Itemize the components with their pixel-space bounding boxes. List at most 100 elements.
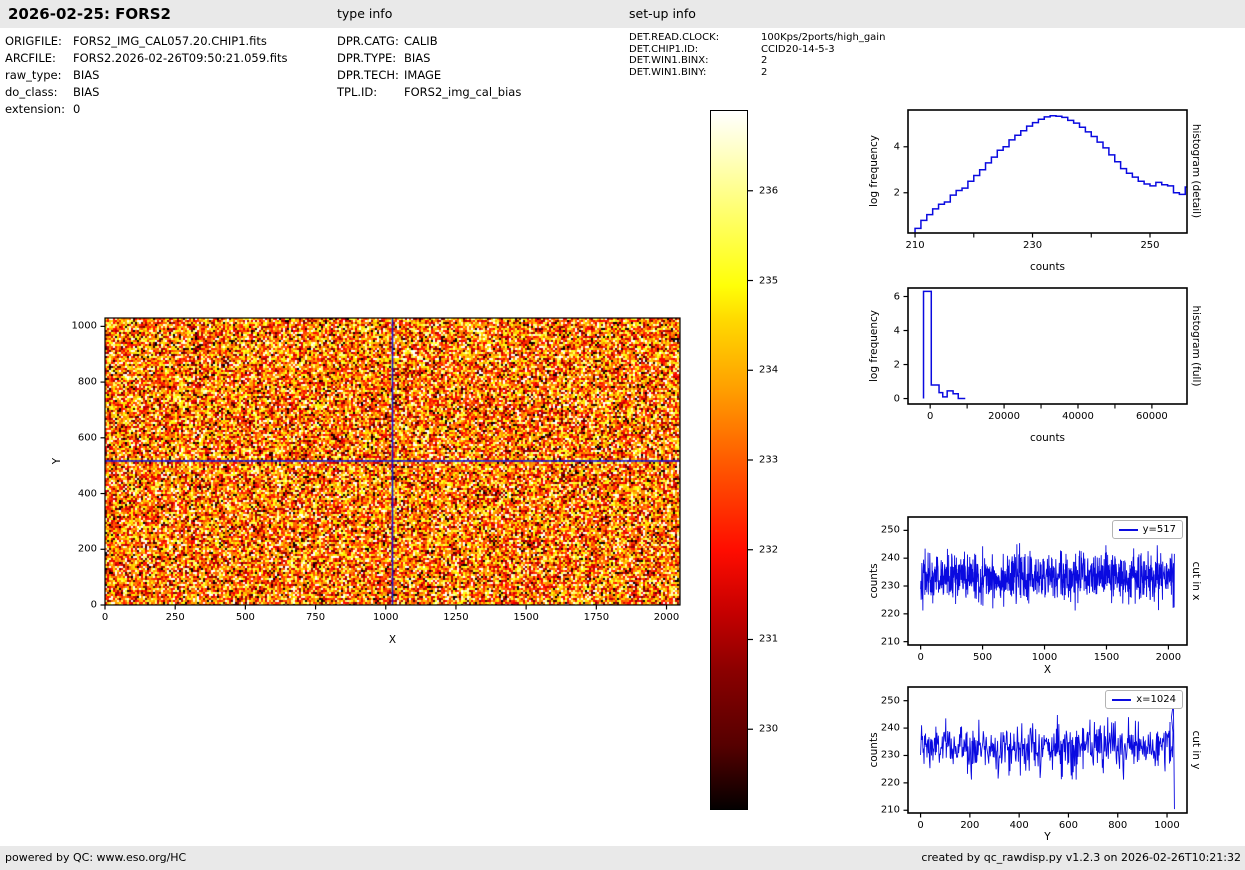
- hist-detail-ylabel: log frequency: [868, 134, 880, 208]
- field-value: CALIB: [404, 34, 438, 48]
- field-value: 0: [73, 102, 81, 116]
- raw-bias-image: [105, 318, 680, 605]
- tick-label: 0: [90, 599, 97, 611]
- tick-label: 232: [759, 544, 779, 556]
- type-info-row: TPL.ID: FORS2_img_cal_bias: [337, 84, 521, 101]
- cut-y-xlabel: Y: [1044, 831, 1051, 843]
- field-value: 100Kps/2ports/high_gain: [761, 32, 886, 43]
- field-value: FORS2.2026-02-26T09:50:21.059.fits: [73, 51, 288, 65]
- tick-label: 750: [306, 612, 326, 623]
- tick-label: 0: [926, 411, 934, 422]
- tick-label: 0: [893, 393, 900, 405]
- tick-label: 0: [101, 612, 109, 623]
- cut-y-legend: x=1024: [1105, 690, 1183, 709]
- tick-label: 210: [905, 240, 925, 251]
- tick-label: 600: [1058, 820, 1078, 831]
- footer-credit-left: powered by QC: www.eso.org/HC: [5, 851, 187, 864]
- tick-label: 4: [893, 141, 900, 153]
- cut-x-xlabel: X: [1043, 664, 1052, 676]
- field-label: DPR.TYPE:: [337, 51, 397, 65]
- tick-label: 400: [1009, 820, 1029, 831]
- tick-label: 236: [759, 185, 779, 197]
- tick-label: 2000: [1155, 652, 1182, 663]
- section-setup-info: set-up info: [629, 6, 696, 21]
- file-info-row: extension: 0: [5, 101, 287, 118]
- tick-label: 240: [880, 722, 900, 734]
- tick-label: 2000: [653, 612, 680, 623]
- type-info-row: DPR.TECH: IMAGE: [337, 67, 521, 84]
- field-value: 2: [761, 66, 768, 78]
- header-bar: [0, 0, 1245, 28]
- field-label: do_class:: [5, 85, 58, 99]
- file-info-block: ORIGFILE: FORS2_IMG_CAL057.20.CHIP1.fits …: [5, 33, 287, 118]
- tick-label: 250: [880, 695, 900, 707]
- tick-label: 0: [917, 652, 924, 663]
- hist-full-xlabel: counts: [1029, 432, 1066, 444]
- tick-label: 500: [973, 652, 993, 663]
- legend-label: y=517: [1142, 524, 1176, 535]
- tick-label: 1000: [71, 320, 97, 332]
- raw-image-xlabel: X: [388, 634, 397, 646]
- field-value: CCID20-14-5-3: [761, 43, 835, 55]
- tick-label: 1500: [1093, 652, 1120, 663]
- tick-label: 233: [759, 454, 779, 466]
- tick-label: 230: [880, 580, 900, 592]
- setup-info-row: DET.CHIP1.ID: CCID20-14-5-3: [629, 44, 885, 56]
- field-label: DET.READ.CLOCK:: [629, 32, 720, 43]
- field-label: raw_type:: [5, 68, 62, 82]
- tick-label: 2: [893, 359, 900, 371]
- section-type-info: type info: [337, 6, 393, 21]
- tick-label: 1000: [1031, 652, 1058, 663]
- tick-label: 250: [165, 612, 185, 623]
- field-label: DPR.CATG:: [337, 34, 399, 48]
- field-label: DET.WIN1.BINX:: [629, 55, 709, 66]
- hist-full-side-label: histogram (full): [1190, 305, 1202, 387]
- file-info-row: raw_type: BIAS: [5, 67, 287, 84]
- setup-info-row: DET.WIN1.BINY: 2: [629, 67, 885, 79]
- tick-label: 40000: [1062, 411, 1094, 422]
- tick-label: 240: [880, 552, 900, 564]
- tick-label: 250: [1140, 240, 1160, 251]
- qc-report-page: 2026-02-25: FORS2 type info set-up info …: [0, 0, 1245, 870]
- field-label: TPL.ID:: [337, 85, 378, 99]
- tick-label: 220: [880, 608, 900, 620]
- tick-label: 1500: [513, 612, 539, 623]
- hist-detail-side-label: histogram (detail): [1190, 123, 1202, 219]
- field-value: FORS2_img_cal_bias: [404, 85, 522, 99]
- field-value: BIAS: [404, 51, 431, 65]
- type-info-block: DPR.CATG: CALIB DPR.TYPE: BIAS DPR.TECH: IM…: [337, 33, 521, 101]
- cut-y-ylabel: counts: [868, 732, 880, 768]
- file-info-row: ARCFILE: FORS2.2026-02-26T09:50:21.059.fi…: [5, 50, 287, 67]
- file-info-row: do_class: BIAS: [5, 84, 287, 101]
- tick-label: 800: [77, 376, 97, 388]
- tick-label: 230: [880, 749, 900, 761]
- field-label: ORIGFILE:: [5, 34, 62, 48]
- setup-info-block: DET.READ.CLOCK: 100Kps/2ports/high_gain D…: [629, 32, 885, 78]
- tick-label: 231: [759, 633, 779, 645]
- tick-label: 60000: [1135, 411, 1168, 422]
- tick-label: 200: [77, 543, 97, 555]
- colorbar: [710, 110, 748, 810]
- tick-label: 4: [893, 325, 900, 337]
- type-info-row: DPR.CATG: CALIB: [337, 33, 521, 50]
- footer-credit-right: created by qc_rawdisp.py v1.2.3 on 2026-…: [921, 851, 1241, 864]
- field-label: DPR.TECH:: [337, 68, 399, 82]
- file-info-row: ORIGFILE: FORS2_IMG_CAL057.20.CHIP1.fits: [5, 33, 287, 50]
- tick-label: 20000: [988, 411, 1020, 422]
- tick-label: 210: [880, 804, 900, 816]
- tick-label: 235: [759, 275, 779, 286]
- hist-full-ylabel: log frequency: [868, 309, 880, 383]
- hist-detail-xlabel: counts: [1029, 261, 1066, 273]
- field-label: ARCFILE:: [5, 51, 56, 65]
- field-label: extension:: [5, 102, 65, 116]
- tick-label: 800: [1108, 820, 1128, 831]
- tick-label: 1000: [373, 612, 399, 623]
- field-value: 2: [761, 55, 768, 66]
- type-info-row: DPR.TYPE: BIAS: [337, 50, 521, 67]
- field-value: BIAS: [73, 85, 100, 99]
- tick-label: 250: [880, 524, 900, 536]
- setup-info-row: DET.READ.CLOCK: 100Kps/2ports/high_gain: [629, 32, 885, 44]
- page-title: 2026-02-25: FORS2: [8, 5, 171, 23]
- field-label: DET.CHIP1.ID:: [629, 43, 699, 55]
- legend-line-sample: [1112, 698, 1132, 701]
